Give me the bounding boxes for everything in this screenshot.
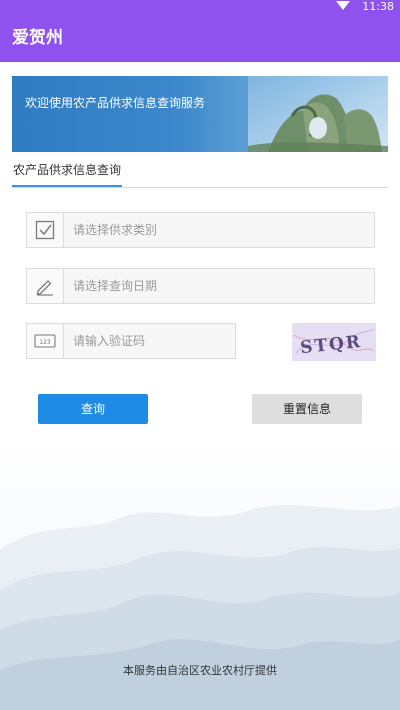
captcha-text: STQR — [299, 332, 363, 358]
banner-text: 欢迎使用农产品供求信息查询服务 — [25, 96, 206, 110]
date-placeholder: 请选择查询日期 — [73, 279, 158, 293]
app-bar: 爱贺州 — [0, 14, 400, 62]
pencil-icon — [36, 280, 53, 296]
checkbox-icon — [35, 220, 55, 240]
wifi-icon — [336, 1, 350, 10]
status-time: 11:38 — [362, 0, 394, 13]
app-title: 爱贺州 — [12, 28, 63, 48]
category-placeholder: 请选择供求类别 — [73, 223, 158, 237]
captcha-placeholder: 请输入验证码 — [73, 334, 146, 348]
welcome-banner: 欢迎使用农产品供求信息查询服务 — [12, 76, 388, 152]
footer-provider-text: 本服务由自治区农业农村厅提供 — [123, 664, 277, 677]
tab-bar: 农产品供求信息查询 — [12, 158, 388, 188]
date-select[interactable]: 请选择查询日期 — [26, 268, 375, 304]
tab-supply-demand-query[interactable]: 农产品供求信息查询 — [12, 158, 123, 187]
captcha-icon-box: 123 — [27, 324, 64, 358]
query-button[interactable]: 查询 — [38, 394, 148, 424]
category-icon-box — [27, 213, 64, 247]
karst-landscape-image — [248, 76, 388, 152]
category-select[interactable]: 请选择供求类别 — [26, 212, 375, 248]
captcha-input[interactable]: 123 请输入验证码 — [26, 323, 236, 359]
date-icon-box — [27, 269, 64, 303]
status-bar: 11:38 — [0, 0, 400, 14]
svg-text:123: 123 — [39, 339, 51, 346]
number-keypad-icon: 123 — [34, 334, 56, 348]
reset-button[interactable]: 重置信息 — [252, 394, 362, 424]
captcha-image[interactable]: STQR — [292, 323, 376, 361]
